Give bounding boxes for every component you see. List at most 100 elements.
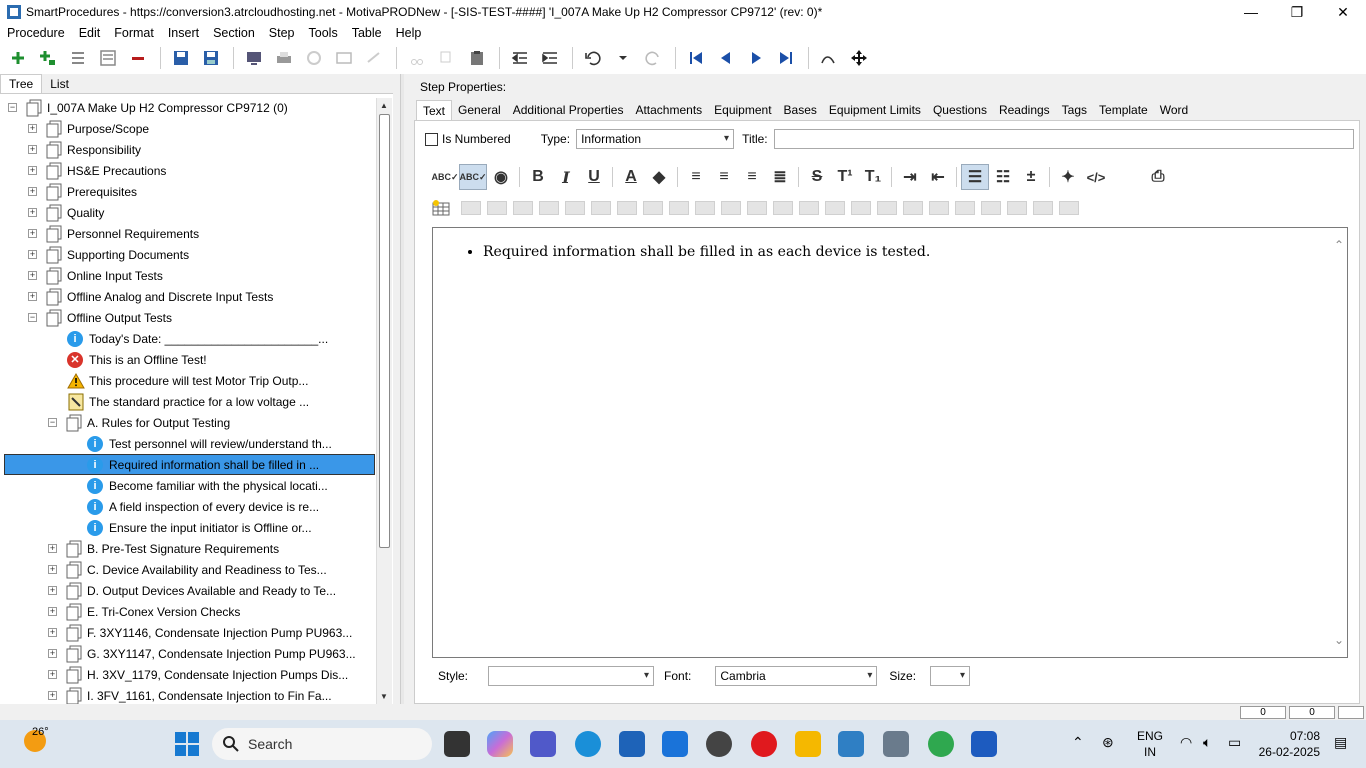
list-view-icon[interactable] <box>94 45 122 71</box>
tree-subsection[interactable]: + E. Tri-Conex Version Checks <box>48 601 240 622</box>
opera-icon[interactable] <box>751 731 777 757</box>
font-select[interactable]: Cambria ▾ <box>715 666 878 686</box>
expand-icon[interactable]: + <box>48 586 57 595</box>
tab-bases[interactable]: Bases <box>778 100 823 120</box>
tree-subsection[interactable]: + I. 3FV_1161, Condensate Injection to Fi… <box>48 685 332 704</box>
expand-icon[interactable]: + <box>48 565 57 574</box>
expand-icon[interactable]: + <box>28 229 37 238</box>
paste-icon[interactable] <box>463 45 491 71</box>
add-child-icon[interactable] <box>34 45 62 71</box>
menu-edit[interactable]: Edit <box>72 26 108 40</box>
weather-widget[interactable]: 26° <box>24 726 49 752</box>
tab-readings[interactable]: Readings <box>993 100 1056 120</box>
tree-step-selected[interactable]: i Required information shall be filled in… <box>4 454 375 475</box>
subscript-icon[interactable]: T₁ <box>859 164 887 190</box>
expand-icon[interactable]: + <box>28 250 37 259</box>
store-icon[interactable] <box>619 731 645 757</box>
tab-tags[interactable]: Tags <box>1056 100 1093 120</box>
expand-icon[interactable]: + <box>28 187 37 196</box>
menu-section[interactable]: Section <box>206 26 262 40</box>
find-replace-icon[interactable] <box>815 45 843 71</box>
tree-subsection[interactable]: + D. Output Devices Available and Ready t… <box>48 580 336 601</box>
expand-icon[interactable]: + <box>48 607 57 616</box>
indent-increase-icon[interactable]: ⇥ <box>896 164 924 190</box>
expand-icon[interactable]: + <box>28 124 37 133</box>
tree-section[interactable]: + Prerequisites <box>28 181 137 202</box>
panel-splitter[interactable] <box>400 74 404 704</box>
justify-icon[interactable]: ≣ <box>766 164 794 190</box>
battery-icon[interactable]: ▭ <box>1228 734 1241 751</box>
maximize-button[interactable]: ❐ <box>1274 0 1320 24</box>
editor-bullet-item[interactable]: Required information shall be filled in … <box>483 244 930 260</box>
expand-icon[interactable]: + <box>28 208 37 217</box>
tree-section[interactable]: + Quality <box>28 202 104 223</box>
tree-step[interactable]: i Test personnel will review/understand t… <box>87 433 332 454</box>
power-automate-icon[interactable] <box>662 731 688 757</box>
tree-step[interactable]: i A field inspection of every device is r… <box>87 496 319 517</box>
rich-text-editor[interactable]: Required information shall be filled in … <box>432 227 1348 658</box>
tab-equipment-limits[interactable]: Equipment Limits <box>823 100 927 120</box>
tree-subsection[interactable]: − A. Rules for Output Testing <box>48 412 230 433</box>
undo-dropdown-icon[interactable] <box>609 45 637 71</box>
tree-step[interactable]: i Ensure the input initiator is Offline o… <box>87 517 312 538</box>
tree-section[interactable]: + HS&E Precautions <box>28 160 166 181</box>
edge-icon[interactable] <box>575 731 601 757</box>
smartprocedures-taskbar-icon[interactable] <box>838 731 864 757</box>
tree-subsection[interactable]: + C. Device Availability and Readiness to… <box>48 559 327 580</box>
wifi-icon[interactable]: ◠ <box>1180 734 1192 751</box>
type-select[interactable]: Information ▾ <box>576 129 735 149</box>
menu-tools[interactable]: Tools <box>302 26 345 40</box>
tab-list[interactable]: List <box>42 75 77 93</box>
tab-questions[interactable]: Questions <box>927 100 993 120</box>
previous-icon[interactable] <box>712 45 740 71</box>
remote-desktop-icon[interactable] <box>883 731 909 757</box>
tree-scrollbar[interactable]: ▲ ▼ <box>376 98 392 704</box>
scroll-down-icon[interactable]: ▼ <box>380 692 388 701</box>
menu-procedure[interactable]: Procedure <box>0 26 72 40</box>
tree-step[interactable]: The standard practice for a low voltage … <box>67 391 309 412</box>
teams-icon[interactable] <box>530 731 556 757</box>
align-left-icon[interactable]: ≡ <box>682 164 710 190</box>
indent-decrease-icon[interactable]: ⇤ <box>924 164 952 190</box>
numbered-list-icon[interactable]: ☷ <box>989 164 1017 190</box>
expand-icon[interactable]: + <box>28 145 37 154</box>
collapse-icon[interactable]: − <box>8 103 17 112</box>
save-all-icon[interactable] <box>167 45 195 71</box>
first-record-icon[interactable] <box>682 45 710 71</box>
scroll-up-icon[interactable]: ▲ <box>380 101 388 110</box>
close-button[interactable]: ✕ <box>1320 0 1366 24</box>
collapse-icon[interactable]: − <box>28 313 37 322</box>
expand-icon[interactable]: + <box>48 649 57 658</box>
tree-section[interactable]: + Personnel Requirements <box>28 223 199 244</box>
spellcheck-auto-icon[interactable]: ABC✓ <box>459 164 487 190</box>
tree-section[interactable]: − Offline Output Tests <box>28 307 172 328</box>
scroll-up-icon[interactable]: ⌃ <box>1334 238 1344 252</box>
magic-wand-icon[interactable]: ✦ <box>1054 164 1082 190</box>
tree-section[interactable]: + Offline Analog and Discrete Input Tests <box>28 286 273 307</box>
tab-equipment[interactable]: Equipment <box>708 100 777 120</box>
clock[interactable]: 07:08 26-02-2025 <box>1259 728 1320 760</box>
align-right-icon[interactable]: ≡ <box>738 164 766 190</box>
save-icon[interactable] <box>197 45 225 71</box>
delete-icon[interactable] <box>124 45 152 71</box>
start-button[interactable] <box>175 732 199 756</box>
tree-subsection[interactable]: + H. 3XV_1179, Condensate Injection Pumps… <box>48 664 348 685</box>
network-status-icon[interactable]: ⊛ <box>1102 734 1114 751</box>
tree-section[interactable]: + Purpose/Scope <box>28 118 149 139</box>
next-icon[interactable] <box>742 45 770 71</box>
font-color-icon[interactable]: A <box>617 164 645 190</box>
minimize-button[interactable]: — <box>1228 0 1274 24</box>
indent-list-icon[interactable] <box>64 45 92 71</box>
tab-text[interactable]: Text <box>416 100 453 120</box>
bullet-list-icon[interactable]: ☰ <box>961 164 989 190</box>
move-icon[interactable] <box>845 45 873 71</box>
tree-step[interactable]: This procedure will test Motor Trip Outp… <box>67 370 308 391</box>
insert-table-icon[interactable] <box>431 199 451 217</box>
expand-icon[interactable]: + <box>48 670 57 679</box>
tree-subsection[interactable]: + B. Pre-Test Signature Requirements <box>48 538 279 559</box>
tree-subsection[interactable]: + F. 3XY1146, Condensate Injection Pump P… <box>48 622 352 643</box>
tab-general[interactable]: General <box>452 100 507 120</box>
tree-section[interactable]: + Responsibility <box>28 139 141 160</box>
volume-icon[interactable]: 🔈︎ <box>1203 734 1211 751</box>
insert-line-icon[interactable]: ± <box>1017 164 1045 190</box>
